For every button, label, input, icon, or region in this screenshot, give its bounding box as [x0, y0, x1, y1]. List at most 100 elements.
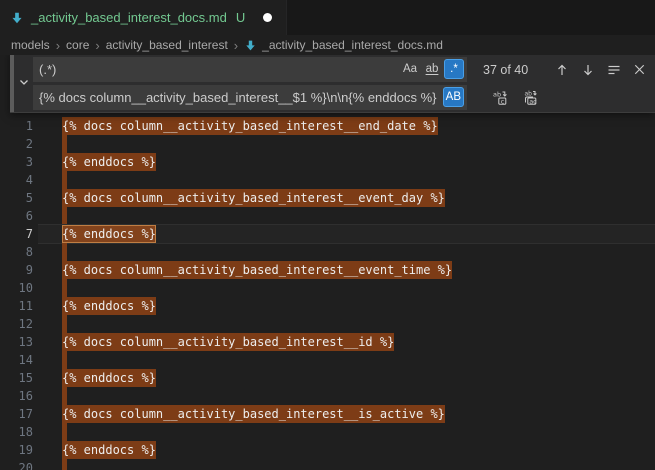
- replace-all-button[interactable]: ab ac: [519, 87, 540, 108]
- code-line: 18: [0, 423, 655, 441]
- line-content[interactable]: {% enddocs %}: [38, 369, 655, 387]
- breadcrumb-item-core[interactable]: core: [66, 38, 89, 52]
- line-content[interactable]: {% docs column__activity_based_interest_…: [38, 189, 655, 207]
- breadcrumb-item-models[interactable]: models: [11, 38, 50, 52]
- line-number[interactable]: 15: [0, 369, 33, 387]
- line-content[interactable]: [38, 243, 655, 261]
- find-match-highlight[interactable]: {% enddocs %}: [62, 369, 156, 387]
- find-match-highlight[interactable]: {% enddocs %}: [62, 441, 156, 459]
- line-number[interactable]: 16: [0, 387, 33, 405]
- find-match-highlight-empty: [62, 171, 67, 189]
- find-match-highlight[interactable]: {% enddocs %}: [62, 225, 156, 243]
- line-content[interactable]: {% enddocs %}: [38, 297, 655, 315]
- line-content[interactable]: [38, 135, 655, 153]
- toggle-replace-button[interactable]: [14, 55, 33, 112]
- line-number[interactable]: 4: [0, 171, 33, 189]
- preserve-case-toggle[interactable]: AB: [443, 87, 464, 107]
- git-status-badge: U: [236, 10, 245, 25]
- find-replace-widget: Aa ab .* 37 of 40: [10, 55, 655, 113]
- regex-toggle[interactable]: .*: [444, 59, 464, 79]
- close-find-widget-button[interactable]: [629, 59, 650, 80]
- tab-bar: _activity_based_interest_docs.md U: [0, 0, 655, 35]
- line-number[interactable]: 17: [0, 405, 33, 423]
- unsaved-changes-dot[interactable]: [263, 13, 272, 22]
- whole-word-toggle[interactable]: ab: [422, 59, 442, 79]
- line-content[interactable]: [38, 207, 655, 225]
- find-match-highlight[interactable]: {% docs column__activity_based_interest_…: [62, 261, 452, 279]
- line-content[interactable]: [38, 315, 655, 333]
- line-content[interactable]: [38, 171, 655, 189]
- line-number[interactable]: 14: [0, 351, 33, 369]
- find-match-highlight[interactable]: {% docs column__activity_based_interest_…: [62, 333, 394, 351]
- replace-button[interactable]: ab c: [489, 87, 510, 108]
- selection-lines-icon: [606, 62, 622, 78]
- tab-activity-based-interest-docs[interactable]: _activity_based_interest_docs.md U: [0, 0, 287, 35]
- line-number[interactable]: 20: [0, 459, 33, 470]
- breadcrumb-item-activity-based-interest[interactable]: activity_based_interest: [106, 38, 228, 52]
- code-line: 17 {% docs column__activity_based_interes…: [0, 405, 655, 423]
- close-icon: [632, 62, 647, 77]
- line-number[interactable]: 8: [0, 243, 33, 261]
- editor: 1 {% docs column__activity_based_interest…: [0, 55, 655, 470]
- line-number[interactable]: 1: [0, 117, 33, 135]
- markdown-file-icon: [244, 39, 257, 52]
- line-number[interactable]: 11: [0, 297, 33, 315]
- line-content[interactable]: [38, 423, 655, 441]
- vscode-window: _activity_based_interest_docs.md U model…: [0, 0, 655, 470]
- line-content[interactable]: {% enddocs %}: [38, 441, 655, 459]
- svg-text:ac: ac: [529, 97, 537, 105]
- code-line: 5 {% docs column__activity_based_interest…: [0, 189, 655, 207]
- line-number[interactable]: 2: [0, 135, 33, 153]
- find-match-highlight[interactable]: {% docs column__activity_based_interest_…: [62, 117, 438, 135]
- line-content[interactable]: [38, 459, 655, 470]
- breadcrumb-item-file[interactable]: _activity_based_interest_docs.md: [244, 38, 443, 52]
- line-number[interactable]: 5: [0, 189, 33, 207]
- previous-match-button[interactable]: [551, 59, 572, 80]
- line-number[interactable]: 19: [0, 441, 33, 459]
- find-options: Aa ab .*: [400, 59, 464, 79]
- breadcrumb-separator: ›: [234, 39, 238, 52]
- line-content[interactable]: {% docs column__activity_based_interest_…: [38, 261, 655, 279]
- find-match-highlight[interactable]: {% docs column__activity_based_interest_…: [62, 405, 445, 423]
- code-line: 4: [0, 171, 655, 189]
- replace-input[interactable]: [33, 85, 467, 110]
- line-content[interactable]: {% docs column__activity_based_interest_…: [38, 405, 655, 423]
- line-number[interactable]: 13: [0, 333, 33, 351]
- code-line: 12: [0, 315, 655, 333]
- code-line: 19 {% enddocs %}: [0, 441, 655, 459]
- line-content[interactable]: {% enddocs %}: [38, 225, 655, 243]
- line-number[interactable]: 18: [0, 423, 33, 441]
- breadcrumb-separator: ›: [56, 39, 60, 52]
- line-content[interactable]: [38, 387, 655, 405]
- line-content[interactable]: {% docs column__activity_based_interest_…: [38, 117, 655, 135]
- find-match-highlight[interactable]: {% enddocs %}: [62, 297, 156, 315]
- line-content[interactable]: {% enddocs %}: [38, 153, 655, 171]
- line-content[interactable]: [38, 351, 655, 369]
- line-number[interactable]: 3: [0, 153, 33, 171]
- find-match-highlight[interactable]: {% docs column__activity_based_interest_…: [62, 189, 445, 207]
- find-in-selection-button[interactable]: [603, 59, 624, 80]
- svg-text:c: c: [500, 97, 504, 105]
- breadcrumb-separator: ›: [95, 39, 99, 52]
- line-number[interactable]: 10: [0, 279, 33, 297]
- line-number[interactable]: 6: [0, 207, 33, 225]
- tab-filename: _activity_based_interest_docs.md: [31, 10, 227, 25]
- line-number[interactable]: 7: [0, 225, 33, 243]
- find-match-highlight-empty: [62, 207, 67, 225]
- breadcrumb-file-label: _activity_based_interest_docs.md: [262, 38, 443, 52]
- replace-all-icon: ab ac: [522, 90, 538, 106]
- line-number[interactable]: 12: [0, 315, 33, 333]
- editor-lines: 1 {% docs column__activity_based_interest…: [0, 117, 655, 470]
- match-case-toggle[interactable]: Aa: [400, 59, 420, 79]
- replace-row: AB ab c: [33, 85, 655, 110]
- code-line: 2: [0, 135, 655, 153]
- find-match-highlight-empty: [62, 315, 67, 333]
- next-match-button[interactable]: [577, 59, 598, 80]
- line-content[interactable]: [38, 279, 655, 297]
- code-line: 9 {% docs column__activity_based_interest…: [0, 261, 655, 279]
- find-match-highlight[interactable]: {% enddocs %}: [62, 153, 156, 171]
- line-content[interactable]: {% docs column__activity_based_interest_…: [38, 333, 655, 351]
- code-line: 1 {% docs column__activity_based_interest…: [0, 117, 655, 135]
- line-number[interactable]: 9: [0, 261, 33, 279]
- code-line: 20: [0, 459, 655, 470]
